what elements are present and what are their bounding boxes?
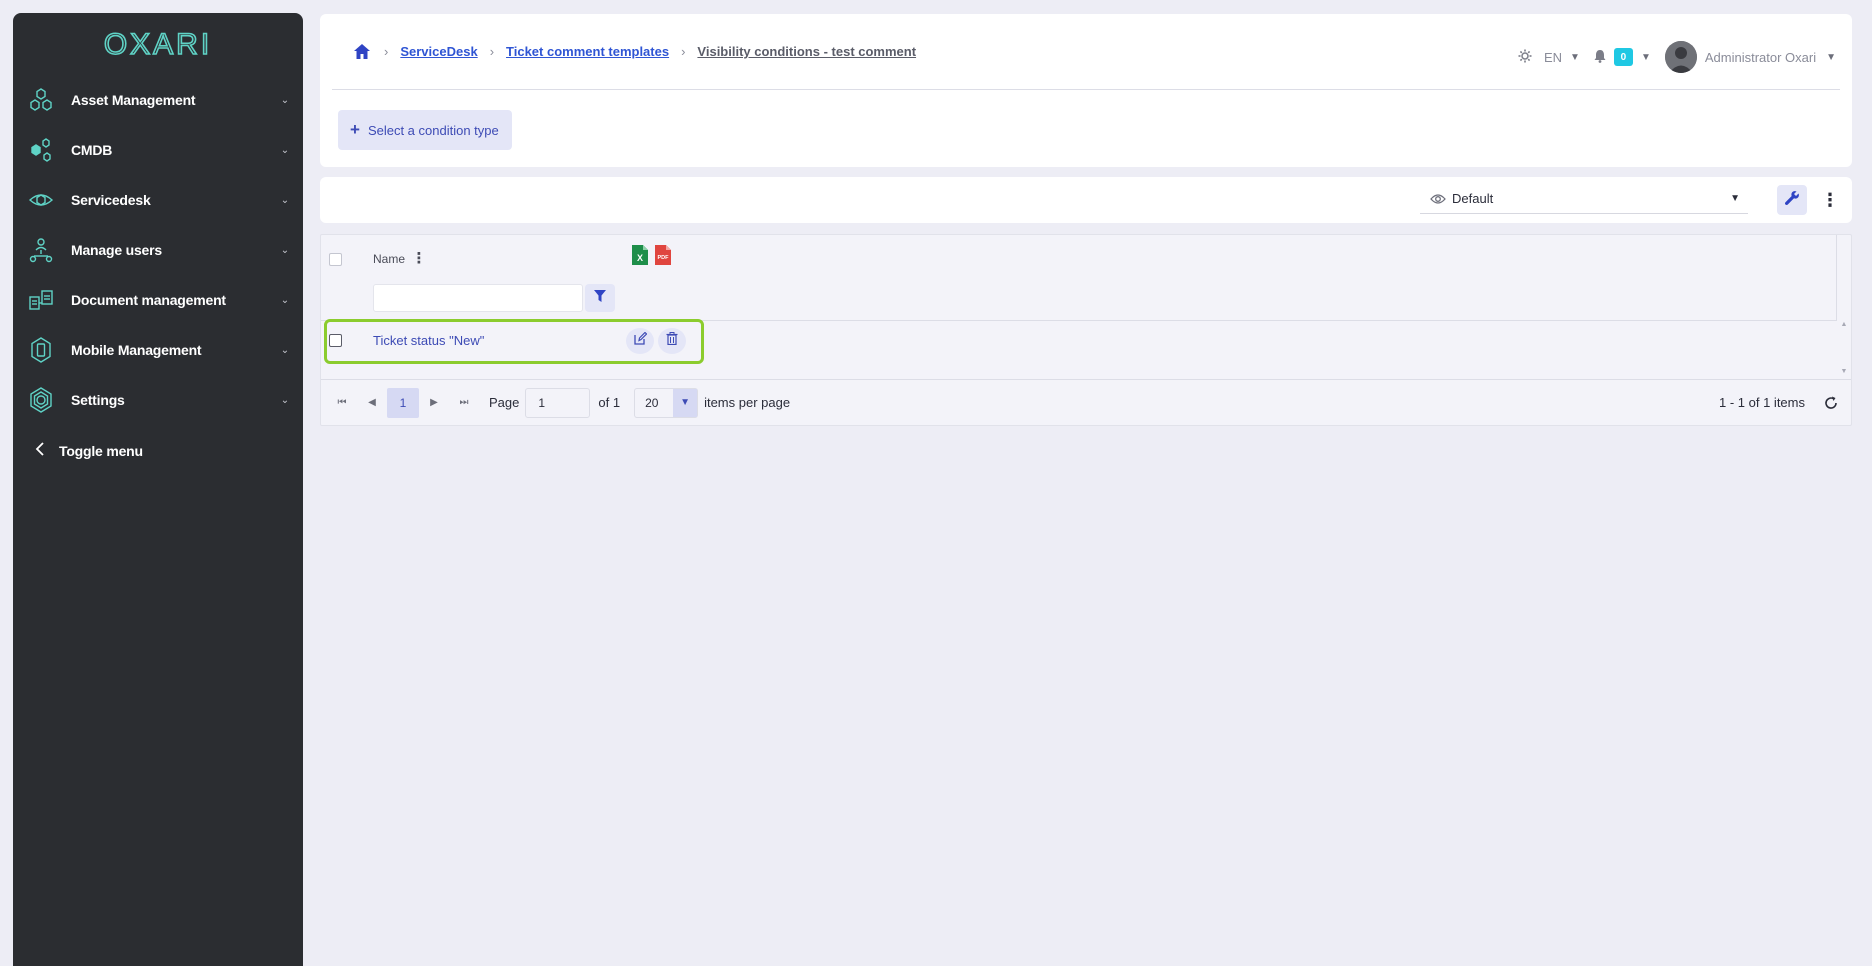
chevron-down-icon: ⌄	[280, 144, 290, 156]
sidebar-item-asset-management[interactable]: Asset Management ⌄	[13, 75, 303, 125]
hexagons-icon	[26, 85, 56, 115]
sidebar-item-label: Asset Management	[71, 92, 196, 108]
sidebar-item-label: Settings	[71, 392, 125, 408]
row-highlight	[324, 319, 704, 364]
cmdb-nodes-icon	[26, 135, 56, 165]
svg-text:PDF: PDF	[658, 255, 670, 261]
caret-down-icon: ▼	[673, 388, 698, 417]
page-number-button[interactable]: 1	[387, 387, 419, 418]
oxari-logo[interactable]: OXARI	[13, 13, 303, 75]
last-page-icon[interactable]: ⏭	[449, 388, 479, 418]
sidebar-item-servicedesk[interactable]: Servicedesk ⌄	[13, 175, 303, 225]
mobile-hexagon-icon	[26, 335, 56, 365]
breadcrumb-separator: ›	[384, 44, 389, 59]
excel-export-icon[interactable]: X	[632, 245, 648, 265]
chevron-down-icon: ⌄	[280, 344, 290, 356]
grid-settings-button[interactable]	[1777, 185, 1807, 215]
sidebar-item-cmdb[interactable]: CMDB ⌄	[13, 125, 303, 175]
bell-icon[interactable]	[1594, 49, 1608, 65]
select-condition-type-label: Select a condition type	[367, 122, 499, 138]
view-selected-label: Default	[1452, 191, 1494, 206]
users-network-icon	[26, 235, 56, 265]
next-page-icon[interactable]: ▶	[419, 388, 449, 418]
first-page-icon[interactable]: ⏮	[327, 388, 357, 418]
sidebar-item-settings[interactable]: Settings ⌄	[13, 375, 303, 425]
documents-icon	[26, 285, 56, 315]
select-all-checkbox[interactable]	[329, 253, 342, 266]
pagination: ⏮ ◀ 1 ▶ ⏭ Page 1 of 1 20 ▼ items per pag…	[321, 379, 1851, 425]
header-card: › ServiceDesk › Ticket comment templates…	[320, 14, 1852, 167]
svg-text:X: X	[637, 253, 643, 263]
page-size-select[interactable]: 20 ▼	[634, 387, 699, 418]
scroll-down-icon[interactable]: ▼	[1841, 368, 1848, 375]
sidebar-item-label: Servicedesk	[71, 192, 151, 208]
eye-icon	[1430, 193, 1446, 205]
chevron-down-icon: ⌄	[280, 294, 290, 306]
chevron-down-icon: ⌄	[280, 94, 290, 106]
chevron-down-icon: ⌄	[280, 244, 290, 256]
sidebar-item-manage-users[interactable]: Manage users ⌄	[13, 225, 303, 275]
column-menu-icon[interactable]: ⋮	[412, 248, 427, 268]
pdf-export-icon[interactable]: PDF	[655, 245, 671, 265]
user-name[interactable]: Administrator Oxari	[1705, 50, 1816, 65]
caret-down-icon[interactable]: ▼	[1570, 52, 1580, 63]
breadcrumb-current[interactable]: Visibility conditions - test comment	[697, 44, 916, 59]
settings-hexagon-icon	[26, 385, 56, 415]
plus-icon: +	[350, 120, 360, 139]
caret-down-icon[interactable]: ▼	[1641, 52, 1651, 63]
more-options-icon[interactable]: ⋮	[1820, 185, 1840, 215]
breadcrumb-servicedesk[interactable]: ServiceDesk	[400, 44, 477, 59]
filter-button[interactable]	[585, 284, 615, 312]
logo-text: OXARI	[104, 29, 212, 59]
sidebar-item-label: Mobile Management	[71, 342, 202, 358]
chevron-down-icon: ⌄	[280, 194, 290, 206]
sidebar-item-document-management[interactable]: Document management ⌄	[13, 275, 303, 325]
chevron-down-icon: ⌄	[280, 394, 290, 406]
page-label: Page	[489, 395, 520, 410]
page-total-label: of 1	[598, 395, 621, 410]
breadcrumb-separator: ›	[681, 44, 686, 59]
caret-down-icon: ▼	[1730, 193, 1740, 204]
language-selector[interactable]: EN	[1544, 50, 1562, 65]
filter-icon	[594, 289, 606, 307]
per-page-label: items per page	[704, 395, 791, 410]
grid-header: Name ⋮ X PDF	[321, 235, 1837, 321]
sidebar: OXARI Asset Management ⌄ CMDB ⌄ Serviced…	[13, 13, 303, 966]
grid-toolbar: Default ▼ ⋮	[320, 177, 1852, 223]
sidebar-item-mobile-management[interactable]: Mobile Management ⌄	[13, 325, 303, 375]
page-input[interactable]: 1	[525, 387, 591, 418]
refresh-icon[interactable]	[1821, 393, 1841, 413]
sidebar-item-label: Document management	[71, 292, 226, 308]
previous-page-icon[interactable]: ◀	[357, 388, 387, 418]
header-controls: EN ▼ 0 ▼ Administrator Oxari ▼	[1518, 41, 1836, 73]
name-filter-input[interactable]	[373, 284, 583, 312]
page-size-value: 20	[645, 395, 659, 410]
logo-mark: OXARI	[103, 29, 212, 59]
scroll-up-icon[interactable]: ▲	[1841, 321, 1848, 328]
theme-settings-icon[interactable]	[1518, 49, 1534, 65]
sidebar-item-label: Manage users	[71, 242, 162, 258]
sidebar-item-label: CMDB	[71, 142, 113, 158]
sidebar-nav: Asset Management ⌄ CMDB ⌄ Servicedesk ⌄ …	[13, 75, 303, 425]
view-selector[interactable]: Default ▼	[1420, 184, 1748, 214]
wrench-icon	[1784, 190, 1800, 211]
select-condition-type-button[interactable]: + Select a condition type	[338, 110, 512, 150]
data-grid: Name ⋮ X PDF Ticket status "New" ▲ ▼ ⏮ ◀…	[320, 234, 1852, 426]
caret-down-icon[interactable]: ▼	[1826, 52, 1836, 63]
column-header-name[interactable]: Name	[373, 252, 405, 266]
notification-count-badge[interactable]: 0	[1613, 48, 1633, 66]
items-count-label: 1 - 1 of 1 items	[1719, 395, 1805, 410]
home-icon[interactable]	[354, 43, 372, 61]
breadcrumb-ticket-comment-templates[interactable]: Ticket comment templates	[506, 44, 669, 59]
breadcrumb-separator: ›	[489, 44, 495, 59]
eye-hexagon-icon	[26, 185, 56, 215]
toggle-menu-label: Toggle menu	[59, 443, 143, 459]
vertical-scrollbar[interactable]: ▲ ▼	[1837, 321, 1851, 375]
avatar[interactable]	[1664, 41, 1697, 73]
toggle-menu-button[interactable]: Toggle menu	[13, 425, 303, 477]
chevron-left-icon	[35, 441, 45, 461]
